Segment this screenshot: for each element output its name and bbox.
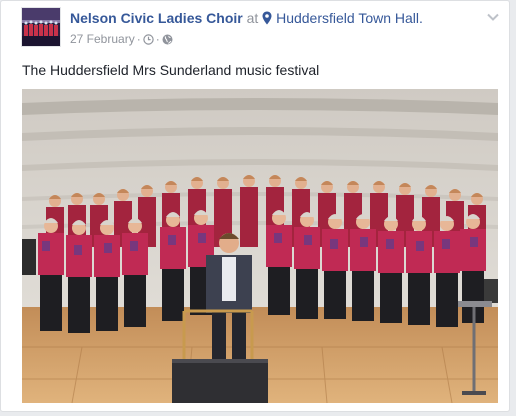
meta-separator-2: · (155, 32, 160, 46)
page-avatar[interactable] (21, 7, 61, 47)
meta-separator: · (136, 32, 141, 46)
globe-icon[interactable] (162, 34, 173, 45)
map-pin-icon (262, 11, 272, 29)
post-meta: 27 February · · (70, 31, 173, 47)
post-text: The Huddersfield Mrs Sunderland music fe… (22, 62, 320, 78)
clock-icon[interactable] (143, 33, 154, 45)
location-link[interactable]: Huddersfield Town Hall. (276, 10, 423, 26)
page-name-link[interactable]: Nelson Civic Ladies Choir (70, 10, 243, 26)
at-label: at (246, 10, 259, 26)
post-photo[interactable] (22, 89, 498, 403)
post-card: Nelson Civic Ladies Choir at Huddersfiel… (0, 0, 510, 412)
chevron-down-icon[interactable] (485, 9, 501, 25)
avatar-image (22, 8, 60, 46)
post-timestamp[interactable]: 27 February (70, 31, 135, 47)
post-header: Nelson Civic Ladies Choir at Huddersfiel… (70, 9, 423, 29)
